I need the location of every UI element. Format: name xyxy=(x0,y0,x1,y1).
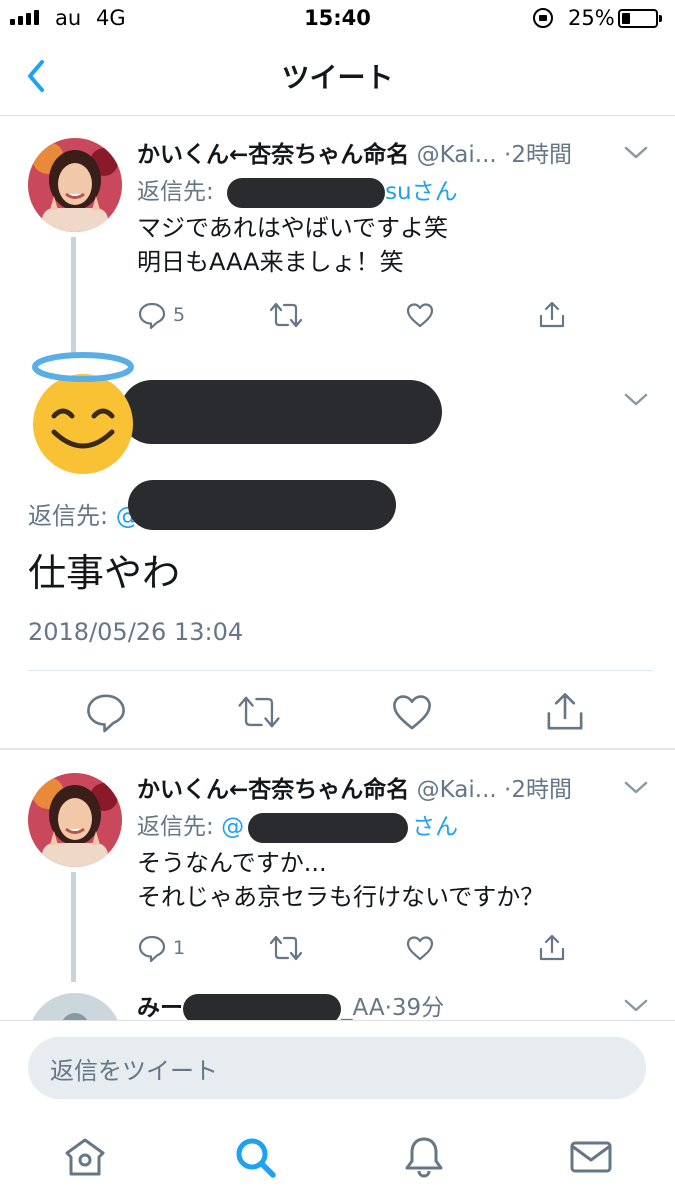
display-name[interactable]: みー xyxy=(137,995,183,1020)
like-icon xyxy=(406,936,434,961)
section-separator xyxy=(0,748,675,750)
tweet-text-line: それじゃあ京セラも行けないですか？ xyxy=(137,883,545,911)
reply-composer: 返信をツイート xyxy=(0,1020,675,1115)
focus-tweet: 返信先: @ 仕事やわ 2018/05/26 13:04 xyxy=(0,0,675,750)
redacted-name xyxy=(120,380,442,444)
tab-notifications[interactable] xyxy=(400,1133,448,1181)
reply-mention[interactable]: さん xyxy=(412,814,458,840)
retweet-button[interactable] xyxy=(269,931,303,965)
display-name[interactable]: かいくん←杏奈ちゃん命名 xyxy=(137,777,409,803)
reply-icon xyxy=(87,694,125,733)
reply-icon xyxy=(138,935,166,963)
redaction-bar xyxy=(128,480,396,530)
tweet-header: みー _AA·39分 xyxy=(137,988,444,1020)
timestamp: 39分 xyxy=(391,995,445,1020)
tweet-partial[interactable]: みー _AA·39分 xyxy=(0,985,675,1020)
share-button[interactable] xyxy=(537,931,567,965)
reply-button[interactable]: 1 xyxy=(137,931,185,965)
retweet-icon xyxy=(269,935,303,961)
divider xyxy=(28,670,653,671)
tweet-text: 仕事やわ xyxy=(28,551,181,595)
like-button[interactable] xyxy=(405,931,435,965)
share-button[interactable] xyxy=(543,690,587,734)
smiling-face-with-halo-icon[interactable] xyxy=(22,352,144,474)
like-button[interactable] xyxy=(390,690,434,734)
separator-dot: · xyxy=(384,995,392,1020)
user-handle[interactable]: _AA xyxy=(341,995,385,1020)
reply-mention-start[interactable]: @ xyxy=(221,814,244,840)
tweet-reply[interactable]: かいくん←杏奈ちゃん命名 @Kai... ·2時間 返信先: @ さん そうなんで… xyxy=(0,770,675,990)
share-icon xyxy=(547,693,583,730)
tweet-actions: 1 xyxy=(137,931,577,965)
tweet-text: そうなんですか... それじゃあ京セラも行けないですか？ xyxy=(137,846,544,914)
avatar[interactable] xyxy=(28,773,122,867)
tweet-date: 2018/05/26 13:04 xyxy=(28,618,244,646)
reply-count: 1 xyxy=(173,937,186,959)
tweet-header: かいくん←杏奈ちゃん命名 @Kai... ·2時間 xyxy=(137,770,572,804)
home-icon xyxy=(65,1138,105,1176)
tab-bar xyxy=(0,1115,675,1200)
tab-search[interactable] xyxy=(231,1133,279,1181)
messages-icon xyxy=(570,1141,612,1173)
avatar[interactable] xyxy=(28,993,122,1020)
reply-to-line: 返信先: @ さん xyxy=(137,807,458,843)
profile-photo xyxy=(28,773,122,867)
chevron-down-icon[interactable] xyxy=(624,781,648,795)
thread-line xyxy=(71,872,76,982)
reply-to-label: 返信先: xyxy=(28,502,109,530)
redaction-bar xyxy=(183,993,341,1020)
tab-home[interactable] xyxy=(61,1133,109,1181)
reply-to-label: 返信先: xyxy=(137,814,214,840)
notifications-icon xyxy=(405,1137,443,1178)
tab-messages[interactable] xyxy=(567,1133,615,1181)
user-handle[interactable]: @Kai... xyxy=(417,777,497,803)
like-icon xyxy=(393,695,431,730)
share-icon xyxy=(539,934,565,961)
search-icon xyxy=(236,1138,276,1178)
default-avatar-icon xyxy=(28,993,122,1020)
tweet-text-line: そうなんですか... xyxy=(137,849,327,877)
reply-input[interactable]: 返信をツイート xyxy=(28,1037,646,1099)
retweet-icon xyxy=(238,696,280,728)
retweet-button[interactable] xyxy=(237,690,281,734)
chevron-down-icon[interactable] xyxy=(624,393,648,407)
timestamp: 2時間 xyxy=(511,777,572,803)
reply-to-line: 返信先: @ xyxy=(28,496,140,531)
reply-button[interactable] xyxy=(84,690,128,734)
redaction-bar xyxy=(248,812,409,843)
chevron-down-icon[interactable] xyxy=(624,999,648,1013)
focus-tweet-actions xyxy=(0,690,675,734)
